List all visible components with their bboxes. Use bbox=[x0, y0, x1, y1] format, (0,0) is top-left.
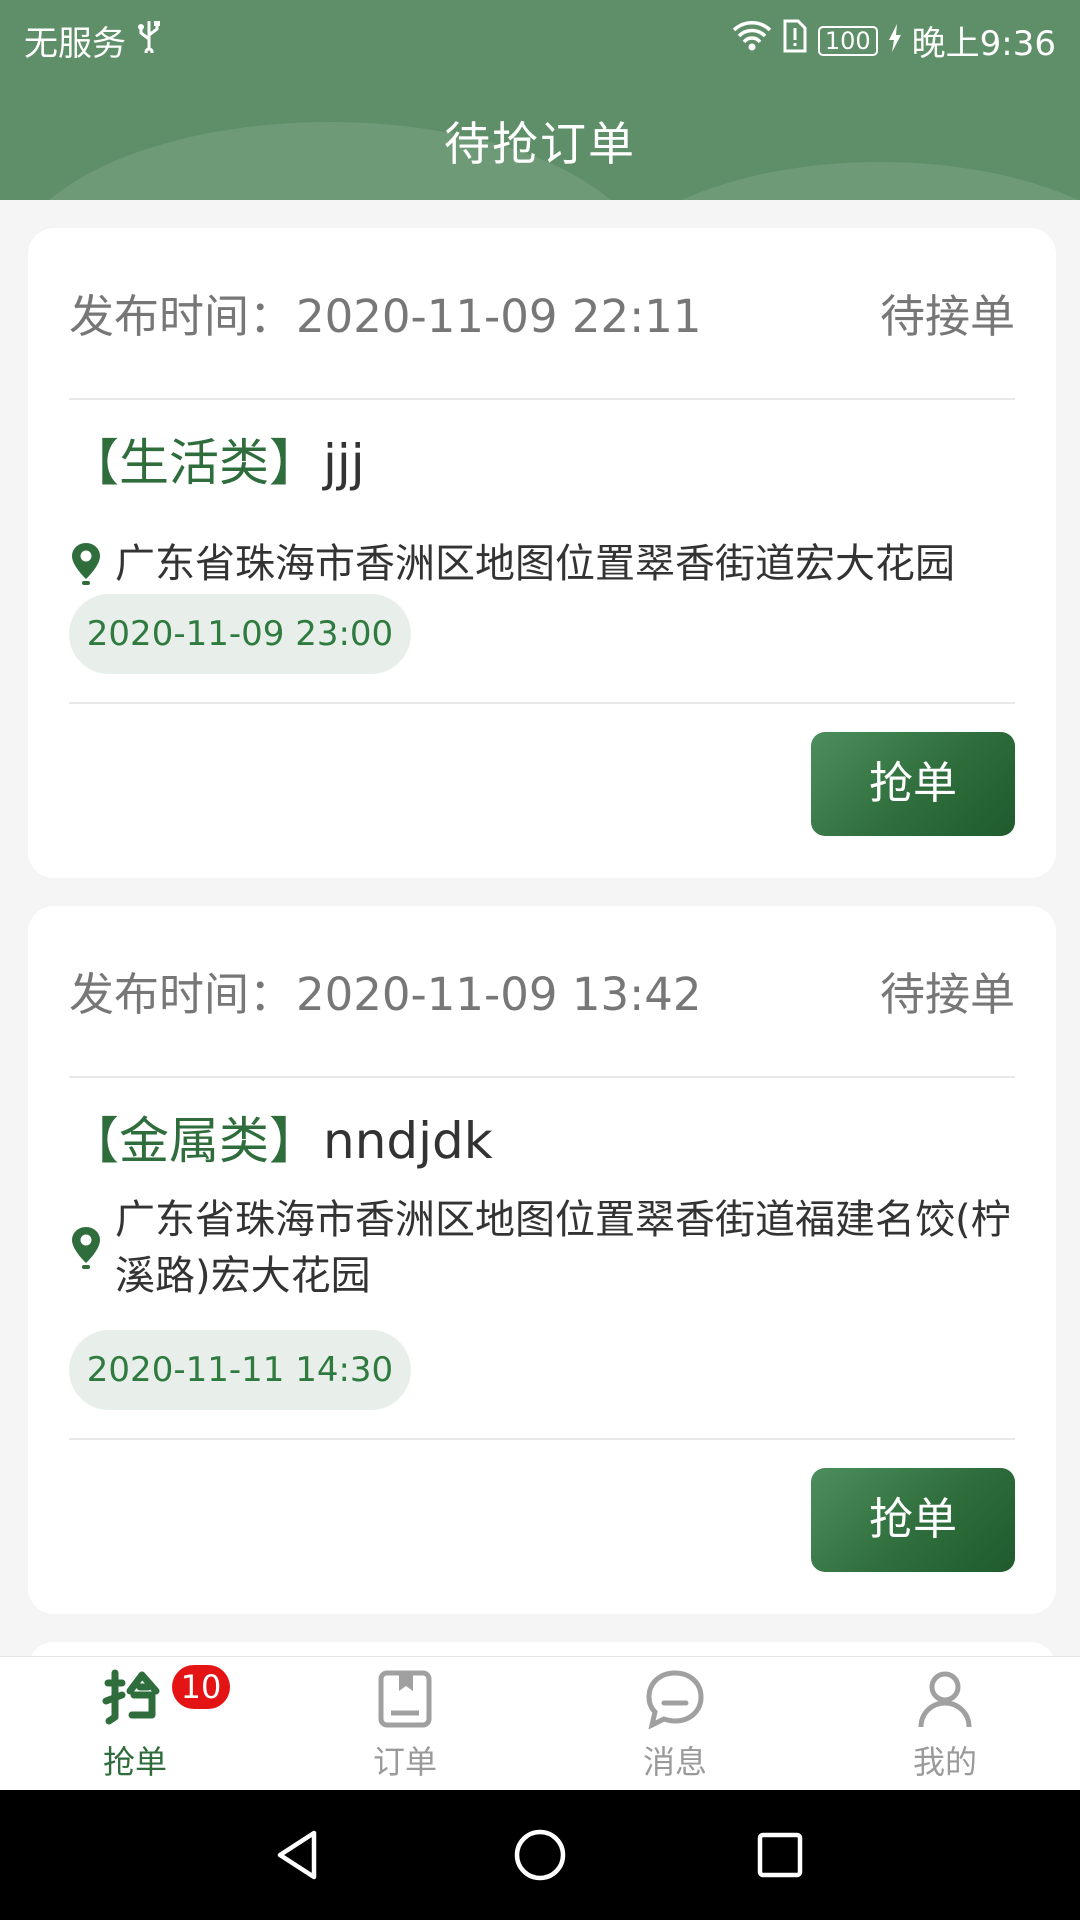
usb-icon bbox=[136, 19, 162, 62]
nav-label: 消息 bbox=[642, 1743, 707, 1781]
order-status: 待接单 bbox=[879, 968, 1015, 1021]
bottom-navigation: 10 抢单 订单 消息 我的 bbox=[0, 1656, 1080, 1790]
nav-label: 抢单 bbox=[102, 1743, 167, 1781]
back-triangle-icon[interactable] bbox=[270, 1825, 330, 1885]
order-category: 【金属类】 bbox=[69, 1112, 319, 1170]
order-card[interactable]: 发布时间：2020-11-09 22:11 待接单 【生活类】jjj 广东省珠海… bbox=[28, 228, 1056, 878]
nav-item-messages[interactable]: 消息 bbox=[540, 1657, 810, 1791]
status-bar: 无服务 100 晚上9:36 bbox=[0, 0, 1080, 76]
nav-item-grab[interactable]: 10 抢单 bbox=[0, 1657, 270, 1791]
page-title: 待抢订单 bbox=[444, 117, 636, 171]
message-bubble-icon bbox=[646, 1670, 704, 1729]
service-time-pill: 2020-11-09 23:00 bbox=[69, 594, 411, 674]
order-address: 广东省珠海市香洲区地图位置翠香街道福建名饺(柠溪路)宏大花园 bbox=[69, 1192, 1019, 1304]
publish-time: 2020-11-09 22:11 bbox=[296, 290, 702, 343]
location-pin-icon bbox=[72, 1227, 100, 1269]
card-divider bbox=[69, 702, 1015, 704]
clock-time: 晚上9:36 bbox=[911, 24, 1056, 64]
nav-label: 订单 bbox=[372, 1743, 437, 1781]
recents-square-icon[interactable] bbox=[750, 1825, 810, 1885]
order-book-icon bbox=[378, 1670, 432, 1728]
publish-time: 2020-11-09 13:42 bbox=[296, 968, 702, 1021]
nav-label: 我的 bbox=[912, 1743, 977, 1781]
order-address: 广东省珠海市香洲区地图位置翠香街道宏大花园 bbox=[69, 536, 1019, 592]
order-status: 待接单 bbox=[879, 290, 1015, 343]
location-pin-icon bbox=[72, 543, 100, 585]
publish-time-label: 发布时间： bbox=[69, 968, 295, 1021]
grab-order-button[interactable]: 抢单 bbox=[811, 732, 1015, 836]
grab-icon bbox=[100, 1661, 170, 1731]
nav-item-orders[interactable]: 订单 bbox=[270, 1657, 540, 1791]
header-bar: 无服务 100 晚上9:36 待抢订单 bbox=[0, 0, 1080, 200]
nav-item-profile[interactable]: 我的 bbox=[810, 1657, 1080, 1791]
person-icon bbox=[918, 1671, 972, 1728]
address-text: 广东省珠海市香洲区地图位置翠香街道宏大花园 bbox=[115, 541, 955, 587]
order-category: 【生活类】 bbox=[69, 434, 319, 492]
notification-badge: 10 bbox=[172, 1665, 230, 1709]
system-navigation-bar bbox=[0, 1790, 1080, 1920]
sim-alert-icon bbox=[782, 19, 808, 62]
order-card[interactable]: 发布时间：2020-11-09 13:42 待接单 【金属类】nndjdk 广东… bbox=[28, 906, 1056, 1614]
home-circle-icon[interactable] bbox=[510, 1825, 570, 1885]
wifi-icon bbox=[732, 20, 772, 61]
order-title: 【生活类】jjj bbox=[69, 423, 365, 495]
order-list[interactable]: 发布时间：2020-11-09 22:11 待接单 【生活类】jjj 广东省珠海… bbox=[0, 200, 1080, 1656]
order-card-header: 发布时间：2020-11-09 22:11 待接单 bbox=[69, 228, 1015, 400]
service-time-pill: 2020-11-11 14:30 bbox=[69, 1330, 411, 1410]
order-name: jjj bbox=[323, 434, 365, 492]
order-card-header: 发布时间：2020-11-09 13:42 待接单 bbox=[69, 906, 1015, 1078]
battery-indicator: 100 bbox=[817, 25, 878, 56]
publish-time-label: 发布时间： bbox=[69, 290, 295, 343]
order-name: nndjdk bbox=[323, 1112, 493, 1170]
card-divider bbox=[69, 1438, 1015, 1440]
address-text: 广东省珠海市香洲区地图位置翠香街道福建名饺(柠溪路)宏大花园 bbox=[115, 1197, 1011, 1299]
carrier-text: 无服务 bbox=[24, 24, 126, 64]
order-title: 【金属类】nndjdk bbox=[69, 1101, 493, 1173]
charging-icon bbox=[888, 21, 902, 61]
grab-order-button[interactable]: 抢单 bbox=[811, 1468, 1015, 1572]
order-card[interactable] bbox=[28, 1642, 1056, 1656]
